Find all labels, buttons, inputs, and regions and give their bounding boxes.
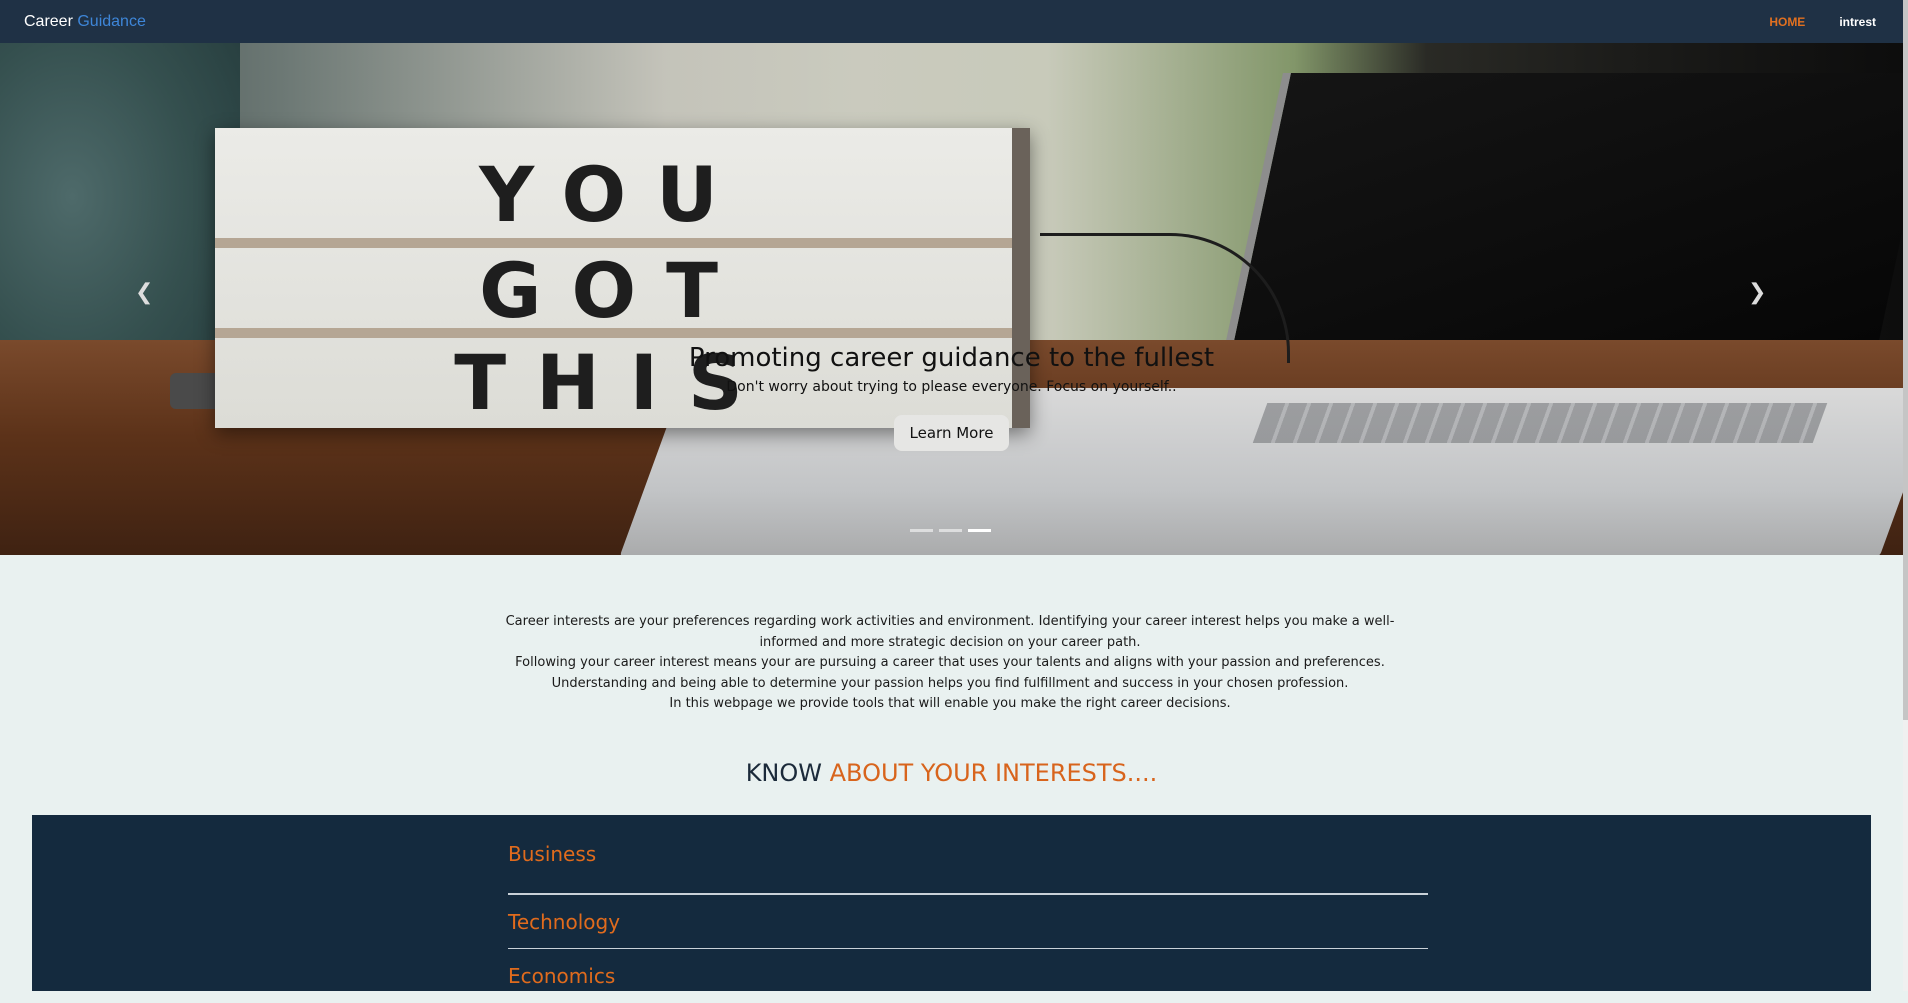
intro-paragraph-2: Following your career interest means you… (515, 655, 1385, 691)
interest-label: Business (508, 842, 597, 866)
interests-heading: KNOW ABOUT YOUR INTERESTS.... (0, 759, 1903, 787)
carousel-indicators (910, 529, 991, 532)
carousel-caption: Promoting career guidance to the fullest… (0, 343, 1903, 451)
scrollbar-thumb[interactable] (1903, 0, 1908, 720)
learn-more-button[interactable]: Learn More (893, 415, 1010, 451)
carousel-indicator-2[interactable] (939, 529, 962, 532)
interest-list: Business Technology Economics (508, 815, 1428, 1003)
brand-logo[interactable]: Career Guidance (24, 13, 146, 31)
lightbox-rail (215, 328, 1012, 338)
nav-links: HOME intrest (1769, 15, 1876, 29)
brand-accent: Guidance (77, 12, 146, 30)
chevron-right-icon[interactable]: ❯ (1748, 280, 1766, 305)
lightbox-row-1: YOU (479, 150, 748, 239)
intro-paragraph-1: Career interests are your preferences re… (505, 614, 1395, 650)
carousel-indicator-1[interactable] (910, 529, 933, 532)
intro-paragraph-3: In this webpage we provide tools that wi… (669, 696, 1231, 711)
caption-text: Don't worry about trying to please every… (726, 379, 1177, 395)
caption-title: Promoting career guidance to the fullest (688, 343, 1215, 373)
interest-label: Technology (508, 909, 621, 934)
brand-main: Career (24, 12, 73, 30)
lightbox-row-2: GOT (479, 246, 748, 335)
hero-carousel: YOU GOT THIS ❮ ❯ Promoting career guidan… (0, 43, 1903, 555)
intro-text: Career interests are your preferences re… (504, 612, 1396, 715)
page-scrollbar[interactable] (1903, 0, 1908, 991)
navbar: Career Guidance HOME intrest (0, 0, 1908, 43)
interests-panel: Business Technology Economics (32, 815, 1871, 991)
interest-item-business[interactable]: Business (508, 815, 1428, 895)
interest-item-economics[interactable]: Economics (508, 949, 1428, 1003)
nav-link-intrest[interactable]: intrest (1839, 15, 1876, 29)
chevron-left-icon[interactable]: ❮ (135, 280, 153, 305)
nav-link-home[interactable]: HOME (1769, 15, 1805, 29)
heading-prefix: KNOW (745, 759, 822, 787)
interest-label: Economics (508, 964, 616, 988)
laptop-screen (1217, 73, 1903, 383)
interest-item-technology[interactable]: Technology (508, 895, 1428, 949)
heading-accent: ABOUT YOUR INTERESTS.... (829, 759, 1158, 787)
carousel-indicator-3[interactable] (968, 529, 991, 532)
